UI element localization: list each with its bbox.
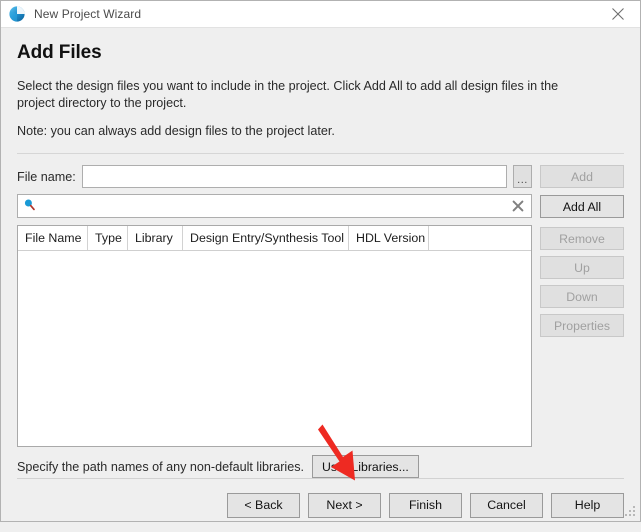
add-button[interactable]: Add xyxy=(540,165,624,188)
back-button[interactable]: < Back xyxy=(227,492,300,518)
clear-x-icon[interactable] xyxy=(510,198,526,214)
page-note: Note: you can always add design files to… xyxy=(17,124,335,138)
dialog-content: Add Files Select the design files you wa… xyxy=(1,28,640,478)
resize-grip-icon[interactable] xyxy=(625,506,637,518)
down-button[interactable]: Down xyxy=(540,285,624,308)
up-button[interactable]: Up xyxy=(540,256,624,279)
search-field[interactable] xyxy=(17,194,532,218)
title-bar: New Project Wizard xyxy=(1,1,640,28)
next-button[interactable]: Next > xyxy=(308,492,381,518)
file-name-label: File name: xyxy=(17,169,76,184)
user-libraries-label: Specify the path names of any non-defaul… xyxy=(17,459,305,474)
file-list-header: File Name Type Library Design Entry/Synt… xyxy=(18,226,531,251)
column-header-type[interactable]: Type xyxy=(88,226,128,250)
add-all-button[interactable]: Add All xyxy=(540,195,624,218)
side-button-column: Add Add All Remove Up Down Properties xyxy=(540,165,624,447)
file-list-body[interactable] xyxy=(18,251,531,446)
footer-divider xyxy=(17,478,624,479)
form-left-column: File name: ... File Name Type Library De… xyxy=(17,165,532,447)
close-icon[interactable] xyxy=(596,1,640,27)
page-description: Select the design files you want to incl… xyxy=(17,79,559,110)
user-libraries-row: Specify the path names of any non-defaul… xyxy=(17,455,624,478)
quartus-sphere-icon xyxy=(8,5,26,23)
column-header-filler xyxy=(429,226,531,250)
browse-button[interactable]: ... xyxy=(513,165,532,188)
browse-button-label: ... xyxy=(517,174,528,186)
cancel-button[interactable]: Cancel xyxy=(470,492,543,518)
help-button[interactable]: Help xyxy=(551,492,624,518)
new-project-wizard-dialog: New Project Wizard Add Files Select the … xyxy=(0,0,641,522)
file-name-row: File name: ... xyxy=(17,165,532,188)
remove-button[interactable]: Remove xyxy=(540,227,624,250)
column-header-hdl-version[interactable]: HDL Version xyxy=(349,226,429,250)
search-icon xyxy=(23,198,36,214)
section-divider xyxy=(17,153,624,154)
search-input[interactable] xyxy=(40,197,510,215)
column-header-library[interactable]: Library xyxy=(128,226,183,250)
window-title: New Project Wizard xyxy=(34,7,142,21)
column-header-design-entry-synthesis-tool[interactable]: Design Entry/Synthesis Tool xyxy=(183,226,349,250)
page-title: Add Files xyxy=(17,42,102,63)
column-header-file-name[interactable]: File Name xyxy=(18,226,88,250)
search-row xyxy=(17,194,532,218)
file-list[interactable]: File Name Type Library Design Entry/Synt… xyxy=(17,225,532,447)
finish-button[interactable]: Finish xyxy=(389,492,462,518)
properties-button[interactable]: Properties xyxy=(540,314,624,337)
dialog-footer: < Back Next > Finish Cancel Help xyxy=(1,478,640,532)
file-name-input[interactable] xyxy=(81,165,507,188)
form-area: File name: ... File Name Type Library De… xyxy=(17,165,624,447)
user-libraries-button[interactable]: User Libraries... xyxy=(312,455,419,478)
